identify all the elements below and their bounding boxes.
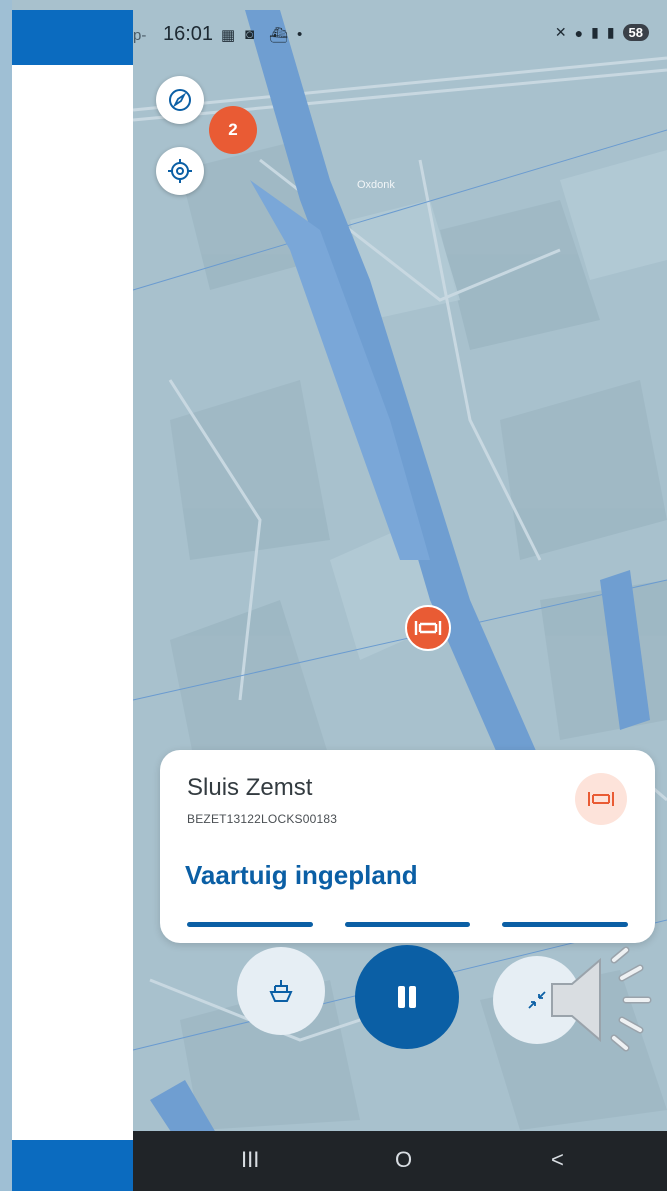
lock-title: Sluis Zemst bbox=[187, 774, 313, 801]
lock-info-card[interactable]: Sluis Zemst BEZET13122LOCKS00183 Vaartui… bbox=[160, 750, 655, 943]
side-panel-header bbox=[12, 10, 133, 65]
progress-segment-1 bbox=[187, 922, 313, 927]
lock-code: BEZET13122LOCKS00183 bbox=[187, 812, 338, 826]
back-button[interactable]: < bbox=[551, 1147, 564, 1173]
place-label: Oxdonk bbox=[357, 179, 395, 191]
lock-type-chip bbox=[575, 773, 627, 825]
compass-button[interactable] bbox=[156, 76, 204, 124]
mute-icon: ✕ bbox=[554, 24, 567, 40]
screenshot-icon: ◙ bbox=[245, 26, 255, 43]
progress-segment-2 bbox=[345, 922, 470, 927]
battery-level: 58 bbox=[622, 24, 649, 41]
lock-status: Vaartuig ingepland bbox=[185, 860, 418, 890]
progress-segment-3 bbox=[502, 922, 628, 927]
calendar-icon: ▦ bbox=[221, 27, 236, 44]
collapse-icon bbox=[528, 991, 546, 1009]
side-panel bbox=[12, 10, 133, 1160]
status-time: 16:01 bbox=[163, 23, 214, 45]
location-icon: ● bbox=[574, 24, 584, 41]
lock-marker[interactable] bbox=[405, 605, 451, 651]
status-prefix: p- bbox=[133, 27, 147, 44]
system-nav-bar: III O < bbox=[133, 1131, 667, 1191]
vessel-button[interactable] bbox=[237, 947, 325, 1035]
pause-button[interactable] bbox=[355, 945, 459, 1049]
dot-icon: • bbox=[297, 26, 303, 43]
locate-button[interactable] bbox=[156, 147, 204, 195]
recents-button[interactable]: III bbox=[241, 1147, 259, 1173]
pause-icon bbox=[398, 986, 416, 1008]
status-bar: p- 16:01 ▦ ◙ ⛴ • ✕ ● ▮ ▮ 58 bbox=[133, 18, 667, 52]
home-button[interactable]: O bbox=[395, 1147, 412, 1173]
cluster-badge[interactable]: 2 bbox=[209, 106, 257, 154]
lock-icon bbox=[414, 621, 442, 635]
lock-icon bbox=[588, 792, 614, 806]
crosshair-icon bbox=[168, 159, 192, 183]
boat-notification-icon: ⛴ bbox=[269, 27, 289, 44]
signal-icon: ▮ bbox=[591, 24, 599, 40]
signal-5g-icon: ▮ bbox=[606, 24, 615, 40]
status-right: ✕ ● ▮ ▮ 58 bbox=[555, 24, 649, 41]
compass-icon bbox=[169, 89, 191, 111]
speaker-icon bbox=[551, 946, 652, 1052]
side-panel-footer bbox=[12, 1140, 133, 1191]
left-edge-strip bbox=[0, 0, 12, 1191]
ship-icon bbox=[269, 980, 293, 1002]
